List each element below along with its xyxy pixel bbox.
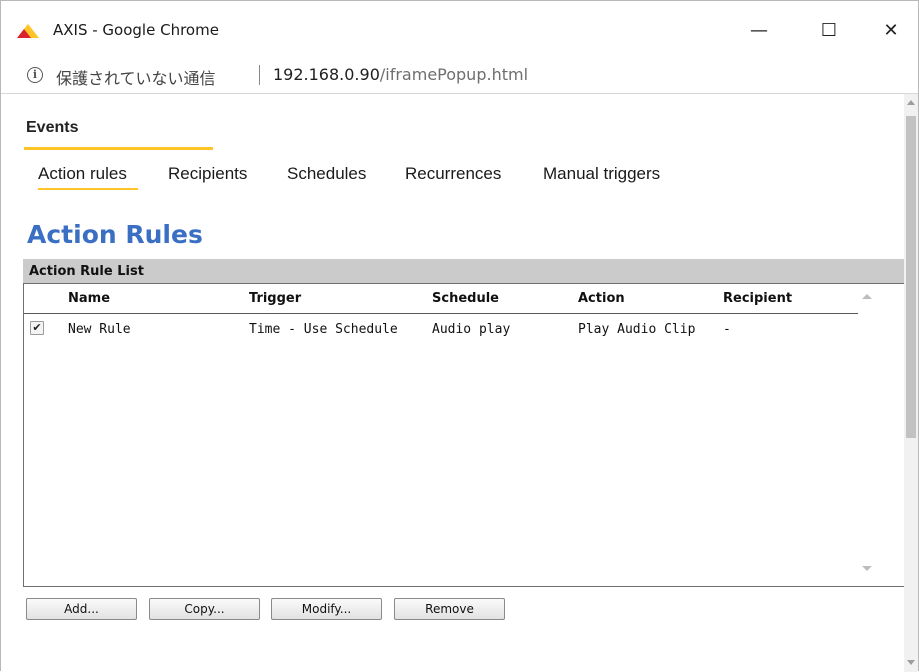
cell-recipient[interactable]: - bbox=[723, 322, 731, 337]
security-indicator[interactable]: 保護されていない通信 bbox=[56, 65, 216, 89]
url-host: 192.168.0.90 bbox=[273, 65, 380, 84]
modify-button[interactable]: Modify... bbox=[271, 598, 382, 620]
list-scrollbar[interactable] bbox=[858, 284, 876, 586]
window-title: AXIS - Google Chrome bbox=[53, 21, 219, 39]
page-title: Action Rules bbox=[27, 220, 203, 249]
column-header-trigger[interactable]: Trigger bbox=[249, 291, 301, 306]
list-header: Action Rule List bbox=[23, 259, 912, 283]
cell-schedule[interactable]: Audio play bbox=[432, 322, 510, 337]
page-scroll-down-icon[interactable] bbox=[907, 660, 915, 665]
header-divider bbox=[24, 313, 858, 314]
axis-logo-icon bbox=[17, 24, 39, 38]
list-title: Action Rule List bbox=[29, 264, 144, 279]
subnav-recipients[interactable]: Recipients bbox=[168, 164, 247, 184]
add-button[interactable]: Add... bbox=[26, 598, 137, 620]
info-icon[interactable]: i bbox=[27, 67, 43, 83]
column-header-schedule[interactable]: Schedule bbox=[432, 291, 499, 306]
minimize-button[interactable]: — bbox=[739, 16, 779, 46]
cell-trigger[interactable]: Time - Use Schedule bbox=[249, 322, 398, 337]
scroll-down-icon[interactable] bbox=[862, 566, 872, 571]
minimize-icon: — bbox=[750, 20, 768, 41]
url-field[interactable]: 192.168.0.90/iframePopup.html bbox=[273, 65, 528, 84]
remove-button[interactable]: Remove bbox=[394, 598, 505, 620]
close-icon: ✕ bbox=[883, 20, 899, 41]
scroll-up-icon[interactable] bbox=[862, 294, 872, 299]
row-checkbox[interactable]: ✔ bbox=[30, 321, 44, 335]
cell-action[interactable]: Play Audio Clip bbox=[578, 322, 695, 337]
subnav-action-rules[interactable]: Action rules bbox=[38, 164, 127, 184]
page-content: Events Action rules Recipients Schedules… bbox=[1, 94, 912, 672]
section-underline bbox=[24, 147, 213, 150]
column-header-recipient[interactable]: Recipient bbox=[723, 291, 792, 306]
title-bar: AXIS - Google Chrome — ☐ ✕ bbox=[1, 1, 918, 60]
active-tab-indicator bbox=[38, 188, 138, 190]
address-separator bbox=[259, 65, 260, 85]
page-scroll-up-icon[interactable] bbox=[907, 100, 915, 105]
maximize-button[interactable]: ☐ bbox=[809, 16, 849, 46]
page-scroll-thumb[interactable] bbox=[906, 116, 916, 438]
cell-name[interactable]: New Rule bbox=[68, 322, 131, 337]
address-bar: i 保護されていない通信 192.168.0.90/iframePopup.ht… bbox=[1, 60, 918, 94]
subnav-schedules[interactable]: Schedules bbox=[287, 164, 366, 184]
close-button[interactable]: ✕ bbox=[871, 16, 911, 46]
action-rule-list[interactable]: Name Trigger Schedule Action Recipient ✔… bbox=[23, 283, 912, 587]
page-scrollbar[interactable] bbox=[904, 94, 918, 672]
section-title: Events bbox=[26, 119, 79, 136]
column-header-action[interactable]: Action bbox=[578, 291, 625, 306]
column-header-name[interactable]: Name bbox=[68, 291, 110, 306]
copy-button[interactable]: Copy... bbox=[149, 598, 260, 620]
subnav-manual-triggers[interactable]: Manual triggers bbox=[543, 164, 660, 184]
subnav-recurrences[interactable]: Recurrences bbox=[405, 164, 501, 184]
maximize-icon: ☐ bbox=[820, 20, 838, 41]
url-path: /iframePopup.html bbox=[379, 65, 529, 84]
